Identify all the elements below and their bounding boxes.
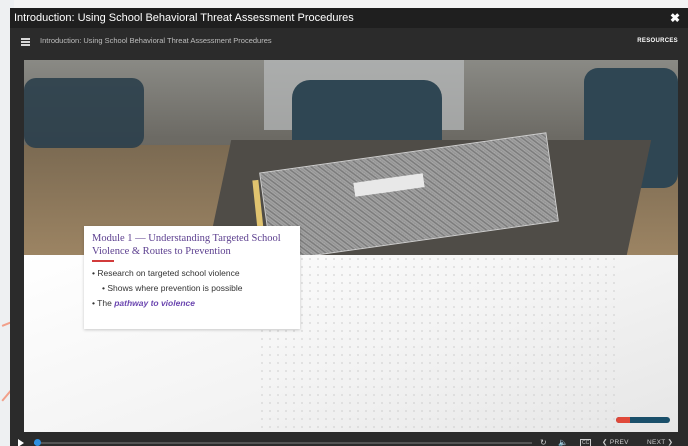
- captions-icon: CC: [580, 438, 592, 446]
- captions-button[interactable]: CC: [580, 432, 592, 446]
- prev-button[interactable]: ❮ PREV: [602, 432, 629, 446]
- course-navbar: Introduction: Using School Behavioral Th…: [10, 28, 688, 54]
- play-icon[interactable]: [18, 439, 24, 446]
- module-title: Module 1 — Understanding Targeted School…: [92, 233, 281, 257]
- replay-icon[interactable]: ↻: [540, 432, 547, 446]
- seek-handle[interactable]: [33, 439, 41, 446]
- course-title: Introduction: Using School Behavioral Th…: [40, 36, 272, 45]
- bullet-subitem: • Shows where prevention is possible: [102, 283, 243, 293]
- bullet-emphasis: pathway to violence: [114, 298, 195, 308]
- title-underline: [92, 260, 114, 262]
- volume-icon[interactable]: 🔈: [558, 432, 568, 446]
- bullet-prefix: • The: [92, 298, 115, 308]
- window-titlebar: Introduction: Using School Behavioral Th…: [10, 8, 688, 28]
- slide-progress-indicator: [616, 417, 670, 423]
- bullet-item: • Research on targeted school violence: [92, 268, 240, 278]
- next-button[interactable]: NEXT ❯: [647, 432, 673, 446]
- slide-text-box: Module 1 — Understanding Targeted School…: [84, 226, 300, 329]
- window-title: Introduction: Using School Behavioral Th…: [14, 12, 354, 24]
- close-icon[interactable]: ✖: [670, 8, 680, 28]
- player-window: Introduction: Using School Behavioral Th…: [10, 8, 688, 446]
- menu-icon[interactable]: [20, 28, 32, 54]
- slide-canvas: Module 1 — Understanding Targeted School…: [24, 60, 678, 432]
- resources-button[interactable]: RESOURCES: [637, 28, 678, 54]
- player-controls: ↻ 🔈 CC ❮ PREV NEXT ❯: [10, 432, 688, 446]
- slide-progress-fill: [616, 417, 630, 423]
- seek-bar[interactable]: [33, 439, 532, 446]
- bullet-item: • The pathway to violence: [92, 296, 292, 311]
